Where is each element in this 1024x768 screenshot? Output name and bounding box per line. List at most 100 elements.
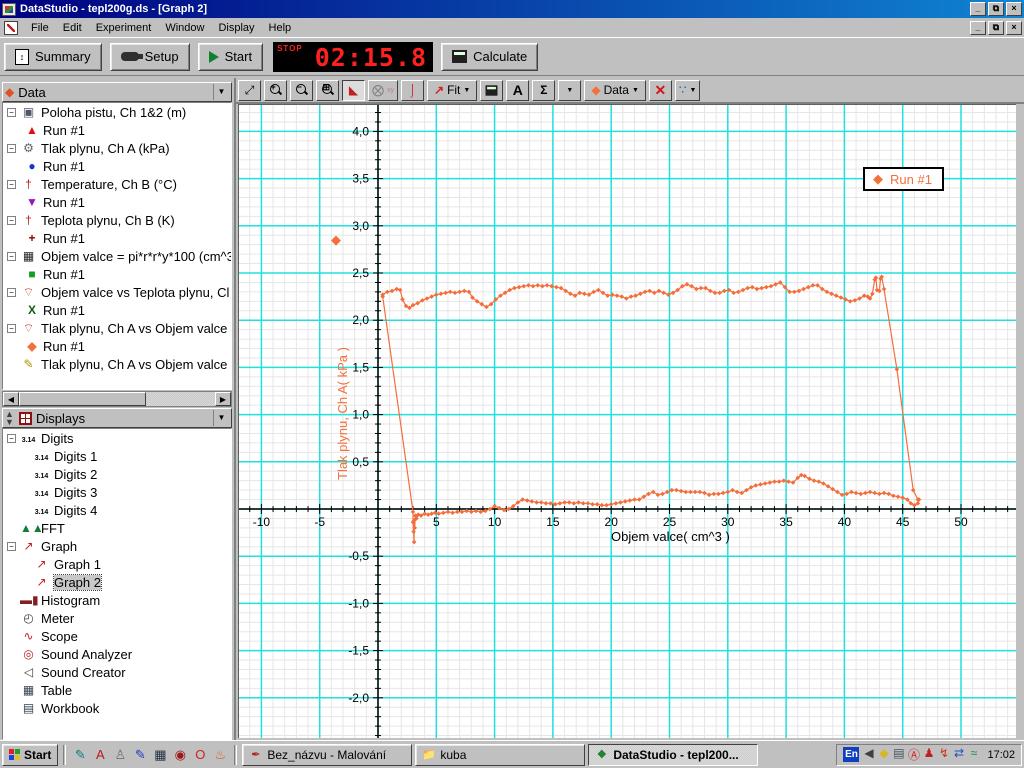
tray-volume-icon[interactable]: ◀: [861, 746, 876, 763]
data-tree-hscrollbar[interactable]: ◀ ▶: [2, 391, 232, 407]
tray-sync-icon[interactable]: ⇄: [951, 746, 966, 763]
displays-dropdown-arrow[interactable]: ▼: [213, 410, 229, 426]
display-item[interactable]: ∿ Scope: [3, 627, 231, 645]
display-subitem[interactable]: 3.14 Digits 4: [3, 501, 231, 519]
start-menu-button[interactable]: Start: [2, 743, 59, 766]
collapse-icon[interactable]: −: [7, 541, 16, 551]
tray-ati-icon[interactable]: Ⓐ: [906, 746, 921, 763]
x-axis-title[interactable]: Objem valce( cm^3 ): [611, 529, 730, 544]
collapse-icon[interactable]: −: [7, 107, 16, 117]
legend[interactable]: ◆ Run #1: [863, 167, 944, 191]
splitter-icon[interactable]: ▲ ▼: [5, 410, 15, 427]
display-subitem[interactable]: ↗ Graph 1: [3, 555, 231, 573]
tray-agent-icon[interactable]: ♟: [921, 746, 936, 763]
quick-launch-winamp-icon[interactable]: ♨: [211, 746, 229, 764]
collapse-icon[interactable]: −: [7, 323, 16, 333]
document-icon[interactable]: [4, 20, 18, 35]
xy-tool-button[interactable]: ⨂ xy: [368, 79, 398, 101]
collapse-icon[interactable]: −: [7, 287, 16, 297]
run-item[interactable]: + Run #1: [3, 229, 231, 247]
y-axis-title[interactable]: Tlak plynu, Ch A( kPa ): [335, 347, 350, 480]
remove-data-button[interactable]: ✕: [648, 79, 672, 101]
data-item[interactable]: ✎ Tlak plynu, Ch A vs Objem valce: [3, 355, 231, 373]
menu-window[interactable]: Window: [158, 20, 211, 36]
tray-scheduler-icon[interactable]: ▤: [891, 746, 906, 763]
scroll-right-icon[interactable]: ▶: [215, 392, 231, 406]
text-tool-button[interactable]: A: [506, 79, 530, 101]
data-panel-header[interactable]: ◆ Data ▼: [2, 82, 232, 102]
task-button[interactable]: ✒ Bez_názvu - Malování: [242, 743, 413, 766]
close-button[interactable]: ×: [1006, 2, 1022, 16]
display-item[interactable]: ▤ Workbook: [3, 699, 231, 717]
child-close-button[interactable]: ×: [1006, 20, 1022, 35]
display-item[interactable]: − ↗ Graph: [3, 537, 231, 555]
minimize-button[interactable]: _: [970, 2, 986, 16]
smart-tool-button[interactable]: ⌡: [401, 79, 424, 101]
statistics-dropdown-button[interactable]: ▼: [558, 79, 582, 101]
tray-diamond-icon[interactable]: ◆: [876, 746, 891, 763]
scroll-thumb[interactable]: [19, 392, 147, 406]
calculate-button[interactable]: Calculate: [441, 42, 539, 71]
collapse-icon[interactable]: −: [7, 251, 16, 261]
scroll-left-icon[interactable]: ◀: [3, 392, 19, 406]
summary-button[interactable]: ↕ Summary: [4, 42, 102, 71]
collapse-icon[interactable]: −: [7, 215, 16, 225]
display-item[interactable]: ◁ Sound Creator: [3, 663, 231, 681]
calculate-tool-button[interactable]: [480, 79, 504, 101]
data-item[interactable]: − ▦ Objem valce = pi*r*r*y*100 (cm^3: [3, 247, 231, 265]
lock-axes-button[interactable]: ◣: [342, 79, 365, 101]
quick-launch-acrobat-icon[interactable]: A: [91, 746, 109, 764]
fit-dropdown-icon[interactable]: ▼: [463, 87, 470, 94]
start-button[interactable]: Start: [197, 42, 264, 71]
data-item[interactable]: − † Teplota plynu, Ch B (K): [3, 211, 231, 229]
collapse-icon[interactable]: −: [7, 179, 16, 189]
run-item[interactable]: ● Run #1: [3, 157, 231, 175]
settings-dropdown-icon[interactable]: ▼: [690, 87, 697, 94]
data-item[interactable]: − ⌔ Tlak plynu, Ch A vs Objem valce: [3, 319, 231, 337]
data-item[interactable]: − ⌔ Objem valce vs Teplota plynu, Cl: [3, 283, 231, 301]
zoom-in-button[interactable]: +: [264, 79, 287, 101]
menu-edit[interactable]: Edit: [56, 20, 89, 36]
menu-experiment[interactable]: Experiment: [89, 20, 159, 36]
display-item[interactable]: ◴ Meter: [3, 609, 231, 627]
tray-modem-icon[interactable]: ≈: [966, 746, 981, 763]
statistics-button[interactable]: Σ: [532, 79, 556, 101]
quick-launch-dragon-icon[interactable]: ◉: [171, 746, 189, 764]
menu-help[interactable]: Help: [262, 20, 299, 36]
run-item[interactable]: ◆ Run #1: [3, 337, 231, 355]
data-item[interactable]: − ▣ Poloha pistu, Ch 1&2 (m): [3, 103, 231, 121]
data-dropdown-icon[interactable]: ▼: [632, 87, 639, 94]
data-select-button[interactable]: ◆ Data ▼: [584, 79, 646, 101]
quick-launch-desktop-icon[interactable]: ✎: [71, 746, 89, 764]
data-item[interactable]: − ⚙ Tlak plynu, Ch A (kPa): [3, 139, 231, 157]
keyboard-layout-indicator[interactable]: En: [843, 747, 860, 762]
quick-launch-opera-icon[interactable]: O: [191, 746, 209, 764]
display-subitem[interactable]: 3.14 Digits 3: [3, 483, 231, 501]
menu-file[interactable]: File: [24, 20, 56, 36]
displays-panel-header[interactable]: ▲ ▼ Displays ▼: [2, 408, 232, 428]
task-button[interactable]: 📁 kuba: [415, 743, 586, 766]
setup-button[interactable]: Setup: [109, 42, 190, 71]
collapse-icon[interactable]: −: [7, 143, 16, 153]
quick-launch-pen-icon[interactable]: ✎: [131, 746, 149, 764]
data-item[interactable]: − † Temperature, Ch B (°C): [3, 175, 231, 193]
display-item[interactable]: −3.14 Digits: [3, 429, 231, 447]
display-subitem[interactable]: 3.14 Digits 1: [3, 447, 231, 465]
quick-launch-archiver-icon[interactable]: ♙: [111, 746, 129, 764]
quick-launch-calculator-icon[interactable]: ▦: [151, 746, 169, 764]
child-restore-button[interactable]: ⧉: [988, 20, 1004, 35]
child-minimize-button[interactable]: _: [970, 20, 986, 35]
display-item[interactable]: ▬▮ Histogram: [3, 591, 231, 609]
menu-display[interactable]: Display: [211, 20, 261, 36]
tray-power-icon[interactable]: ↯: [936, 746, 951, 763]
plot-area[interactable]: -10 -5 5 10 15 20 25 30 35 40 45 50 4,0 3,5 3,0 2,5 2,0 1…: [238, 104, 1016, 738]
collapse-icon[interactable]: −: [7, 433, 16, 443]
display-subitem[interactable]: ↗ Graph 2: [3, 573, 231, 591]
display-item[interactable]: ▲▲ FFT: [3, 519, 231, 537]
graph-settings-button[interactable]: ∵ ▼: [674, 79, 701, 101]
zoom-select-button[interactable]: ⊞: [316, 79, 339, 101]
run-item[interactable]: X Run #1: [3, 301, 231, 319]
task-button[interactable]: ❖ DataStudio - tepl200...: [588, 743, 759, 766]
data-dropdown-arrow[interactable]: ▼: [213, 84, 229, 100]
zoom-out-button[interactable]: −: [290, 79, 313, 101]
